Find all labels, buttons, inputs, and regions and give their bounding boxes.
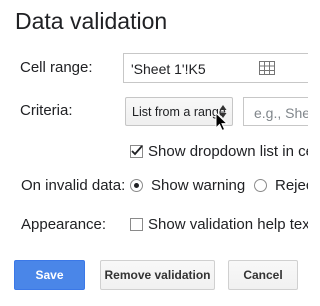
grid-icon[interactable]: [259, 61, 275, 80]
cell-range-input[interactable]: 'Sheet 1'!K5: [123, 53, 308, 83]
appearance-label: Appearance:: [21, 216, 107, 233]
criteria-label: Criteria:: [20, 102, 73, 119]
remove-validation-button[interactable]: Remove validation: [100, 260, 215, 290]
show-warning-radio[interactable]: [130, 179, 143, 192]
invalid-data-label: On invalid data:: [21, 177, 126, 194]
help-text-label: Show validation help text:: [148, 216, 308, 233]
criteria-range-input[interactable]: e.g., Sheet1!A2:D5: [243, 97, 308, 126]
dialog-title: Data validation: [15, 8, 168, 34]
show-warning-label: Show warning: [151, 177, 246, 194]
save-button[interactable]: Save: [14, 260, 85, 290]
show-dropdown-checkbox[interactable]: [130, 145, 143, 158]
criteria-select-value: List from a range: [132, 105, 226, 119]
help-text-checkbox[interactable]: [130, 218, 143, 231]
radio-selected-dot: [134, 183, 139, 188]
reject-input-label: Reject input: [275, 177, 308, 194]
cell-range-value: 'Sheet 1'!K5: [131, 61, 206, 77]
checkmark-icon: [131, 145, 143, 156]
mouse-cursor-icon: [215, 111, 229, 137]
reject-input-radio[interactable]: [254, 179, 267, 192]
cell-range-label: Cell range:: [20, 59, 93, 76]
show-dropdown-label: Show dropdown list in cell: [148, 143, 308, 160]
criteria-range-placeholder: e.g., Sheet1!A2:D5: [254, 105, 308, 121]
data-validation-dialog: Data validation Cell range: 'Sheet 1'!K5…: [0, 0, 308, 306]
cancel-button[interactable]: Cancel: [228, 260, 298, 290]
